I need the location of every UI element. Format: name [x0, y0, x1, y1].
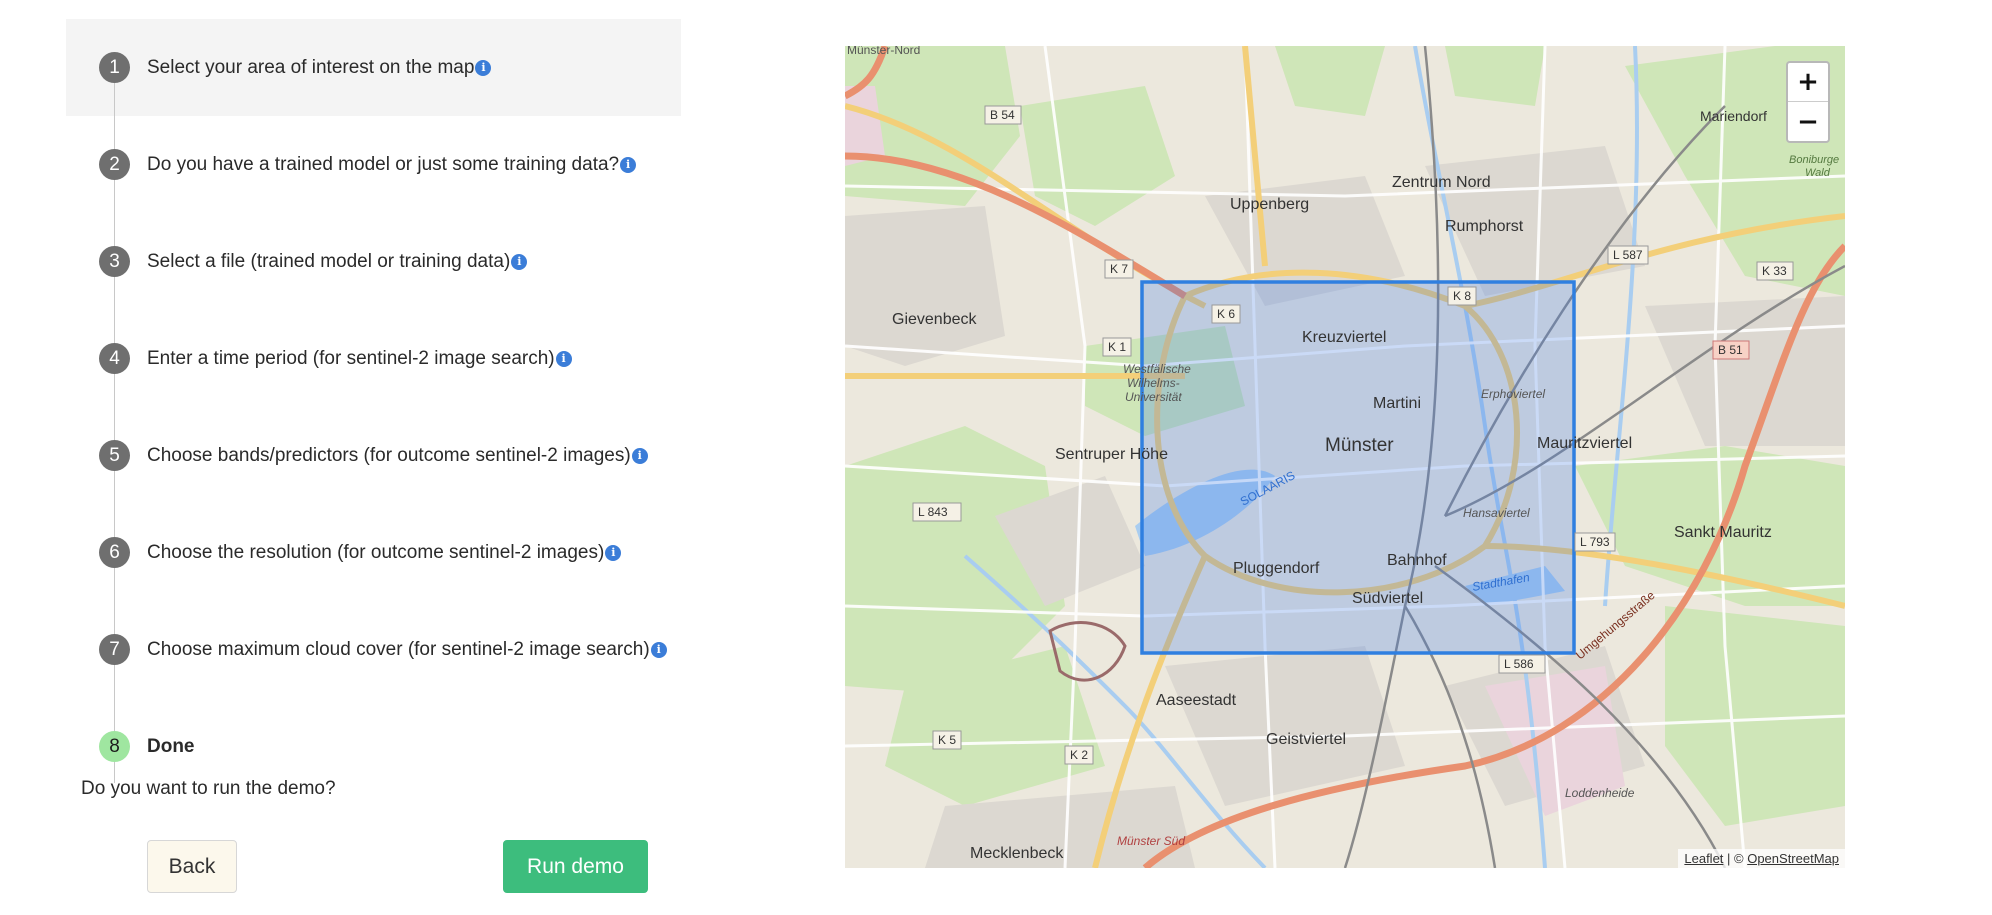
place-label: Mariendorf: [1700, 108, 1767, 124]
place-label: Martini: [1373, 395, 1421, 412]
zoom-control: + −: [1786, 61, 1830, 143]
road-shield-label: K 1: [1108, 340, 1126, 354]
zoom-in-button[interactable]: +: [1788, 63, 1828, 102]
info-icon[interactable]: i: [650, 641, 667, 658]
info-icon[interactable]: i: [605, 544, 622, 561]
stepper: 1 Select your area of interest on the ma…: [66, 19, 681, 795]
step-2[interactable]: 2 Do you have a trained model or just so…: [66, 116, 681, 213]
back-button[interactable]: Back: [147, 840, 237, 893]
step-label: Choose the resolution (for outcome senti…: [147, 542, 622, 564]
map[interactable]: Münster-Nord Zentrum Nord Mariendorf Upp…: [845, 46, 1845, 868]
road-shield-label: L 586: [1504, 657, 1534, 671]
step-5[interactable]: 5 Choose bands/predictors (for outcome s…: [66, 407, 681, 504]
map-attribution: Leaflet | © OpenStreetMap: [1678, 849, 1845, 868]
place-label: Geistviertel: [1266, 731, 1346, 748]
step-label: Choose bands/predictors (for outcome sen…: [147, 445, 648, 467]
place-label: Universität: [1125, 390, 1182, 404]
place-label: Wilhelms-: [1127, 376, 1180, 390]
place-label: Münster Süd: [1117, 834, 1185, 848]
place-label: Bahnhof: [1387, 552, 1447, 569]
step-label: Select your area of interest on the map i: [147, 57, 492, 79]
step-4[interactable]: 4 Enter a time period (for sentinel-2 im…: [66, 310, 681, 407]
place-label: Westfälische: [1123, 362, 1191, 376]
step-label: Do you have a trained model or just some…: [147, 154, 637, 176]
road-shield-label: L 587: [1613, 248, 1643, 262]
info-icon[interactable]: i: [555, 350, 572, 367]
place-label: Kreuzviertel: [1302, 329, 1386, 346]
road-shield-label: L 843: [918, 505, 948, 519]
place-label: Sankt Mauritz: [1674, 524, 1772, 541]
info-icon[interactable]: i: [620, 156, 637, 173]
road-shield-label: K 2: [1070, 748, 1088, 762]
place-label: Boniburge: [1789, 154, 1839, 166]
place-label: Münster: [1325, 435, 1394, 456]
step-number: 4: [99, 343, 130, 374]
place-label: Erphoviertel: [1481, 387, 1545, 401]
step-label: Choose maximum cloud cover (for sentinel…: [147, 639, 667, 661]
step-number: 3: [99, 246, 130, 277]
zoom-out-button[interactable]: −: [1788, 102, 1828, 141]
done-section: Do you want to run the demo?: [81, 778, 336, 800]
road-shield-label: K 7: [1110, 262, 1128, 276]
step-label: Done: [147, 735, 195, 757]
road-shield-label: K 5: [938, 733, 956, 747]
place-label: Gievenbeck: [892, 311, 977, 328]
residential-block: [845, 206, 1005, 366]
place-label: Mecklenbeck: [970, 845, 1064, 862]
road-shield-label: L 793: [1580, 535, 1610, 549]
leaflet-link[interactable]: Leaflet: [1684, 851, 1723, 866]
place-label: Uppenberg: [1230, 196, 1309, 213]
place-label: Aaseestadt: [1156, 692, 1237, 709]
step-3[interactable]: 3 Select a file (trained model or traini…: [66, 213, 681, 310]
place-label: Münster-Nord: [847, 46, 920, 57]
openstreetmap-link[interactable]: OpenStreetMap: [1747, 851, 1839, 866]
road-shield-label: K 33: [1762, 264, 1787, 278]
road-shield-label: B 54: [990, 108, 1015, 122]
info-icon[interactable]: i: [475, 59, 492, 76]
run-demo-question: Do you want to run the demo?: [81, 778, 336, 799]
place-label: Hansaviertel: [1463, 506, 1530, 520]
road-shield-label: K 8: [1453, 289, 1471, 303]
info-icon[interactable]: i: [631, 447, 648, 464]
place-label: Südviertel: [1352, 590, 1423, 607]
step-number: 1: [99, 52, 130, 83]
road-shield-label: B 51: [1718, 343, 1743, 357]
info-icon[interactable]: i: [511, 253, 528, 270]
step-number: 5: [99, 440, 130, 471]
place-label: Sentruper Höhe: [1055, 446, 1168, 463]
step-6[interactable]: 6 Choose the resolution (for outcome sen…: [66, 504, 681, 601]
run-demo-button[interactable]: Run demo: [503, 840, 648, 893]
place-label: Zentrum Nord: [1392, 174, 1491, 191]
step-number: 2: [99, 149, 130, 180]
step-label: Enter a time period (for sentinel-2 imag…: [147, 348, 572, 370]
place-label: Mauritzviertel: [1537, 435, 1632, 452]
step-7[interactable]: 7 Choose maximum cloud cover (for sentin…: [66, 601, 681, 698]
step-label: Select a file (trained model or training…: [147, 251, 528, 273]
place-label: Rumphorst: [1445, 218, 1524, 235]
step-number: 6: [99, 537, 130, 568]
road-shield-label: K 6: [1217, 307, 1235, 321]
step-number: 8: [99, 731, 130, 762]
place-label: Loddenheide: [1565, 786, 1635, 800]
step-1[interactable]: 1 Select your area of interest on the ma…: [66, 19, 681, 116]
step-number: 7: [99, 634, 130, 665]
attribution-separator: | ©: [1723, 851, 1748, 866]
map-tiles[interactable]: Münster-Nord Zentrum Nord Mariendorf Upp…: [845, 46, 1845, 868]
place-label: Wald: [1805, 167, 1831, 179]
place-label: Pluggendorf: [1233, 560, 1320, 577]
step-connector: [114, 83, 115, 783]
